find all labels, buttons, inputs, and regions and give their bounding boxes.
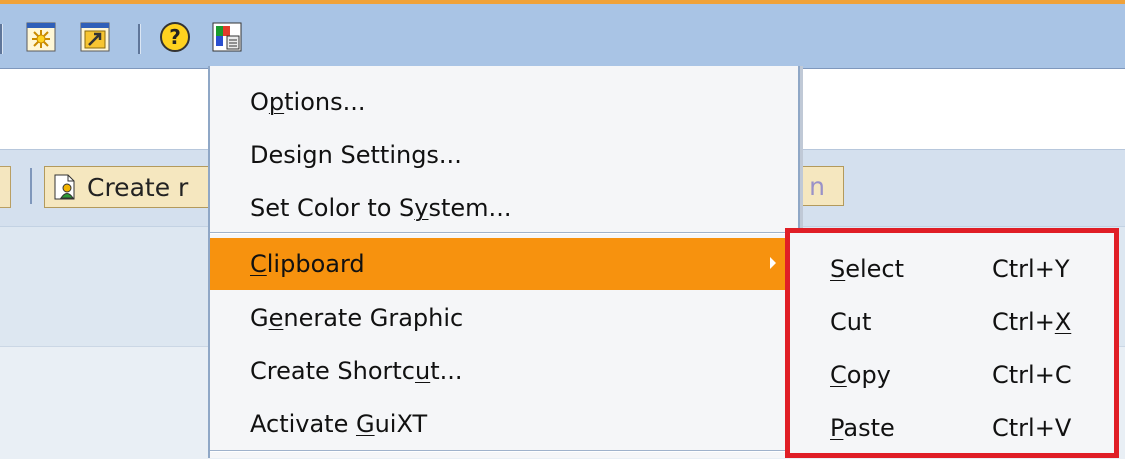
create-session-icon[interactable] [24,20,58,54]
menu-item-label: Activate GuiXT [250,410,428,438]
create-button-label: Create r [87,172,189,202]
menu-separator [210,450,798,452]
menu-item-label: Options... [250,88,366,116]
customize-layout-icon[interactable] [210,20,244,54]
customize-layout-menu: Options... Design Settings... Set Color … [208,66,800,458]
create-button[interactable]: Create r [44,166,226,208]
clipboard-submenu: Select Ctrl+Y Cut Ctrl+X Copy Ctrl+C Pas… [785,228,1119,458]
button-label: n [809,171,825,201]
keyboard-shortcut: Ctrl+V [992,414,1072,442]
keyboard-shortcut: Ctrl+Y [992,255,1070,283]
submenu-arrow-icon [770,257,776,269]
menu-item-options[interactable]: Options... [210,76,798,128]
submenu-item-label: Copy [830,361,891,389]
help-icon[interactable]: ? [158,20,192,54]
toolbar-separator [0,24,3,54]
svg-text:?: ? [169,25,181,49]
submenu-item-cut[interactable]: Cut Ctrl+X [790,296,1114,348]
menu-item-set-color-to-system[interactable]: Set Color to System... [210,182,798,234]
menu-item-label: Generate Graphic [250,304,464,332]
menu-item-label: Set Color to System... [250,194,512,222]
create-document-icon [51,173,79,201]
submenu-item-copy[interactable]: Copy Ctrl+C [790,349,1114,401]
menu-item-label: Create Shortcut... [250,357,463,385]
submenu-item-label: Cut [830,308,872,336]
system-toolbar: ? [0,4,1125,69]
menu-item-clipboard[interactable]: Clipboard [210,238,798,290]
menu-item-design-settings[interactable]: Design Settings... [210,129,798,181]
menu-item-create-shortcut[interactable]: Create Shortcut... [210,345,798,397]
toolbar-separator [30,168,32,204]
menu-item-activate-guixt[interactable]: Activate GuiXT [210,398,798,450]
generate-shortcut-icon[interactable] [78,20,112,54]
menu-item-generate-graphic[interactable]: Generate Graphic [210,292,798,344]
submenu-item-paste[interactable]: Paste Ctrl+V [790,402,1114,454]
menu-separator [210,232,798,234]
submenu-item-label: Select [830,255,905,283]
toolbar-separator [138,24,141,54]
keyboard-shortcut: Ctrl+C [992,361,1072,389]
submenu-item-label: Paste [830,414,895,442]
application-toolbar-button[interactable] [0,166,11,208]
keyboard-shortcut: Ctrl+X [992,308,1072,336]
submenu-item-select[interactable]: Select Ctrl+Y [790,243,1114,295]
menu-item-label: Clipboard [250,250,365,278]
menu-item-label: Design Settings... [250,141,462,169]
